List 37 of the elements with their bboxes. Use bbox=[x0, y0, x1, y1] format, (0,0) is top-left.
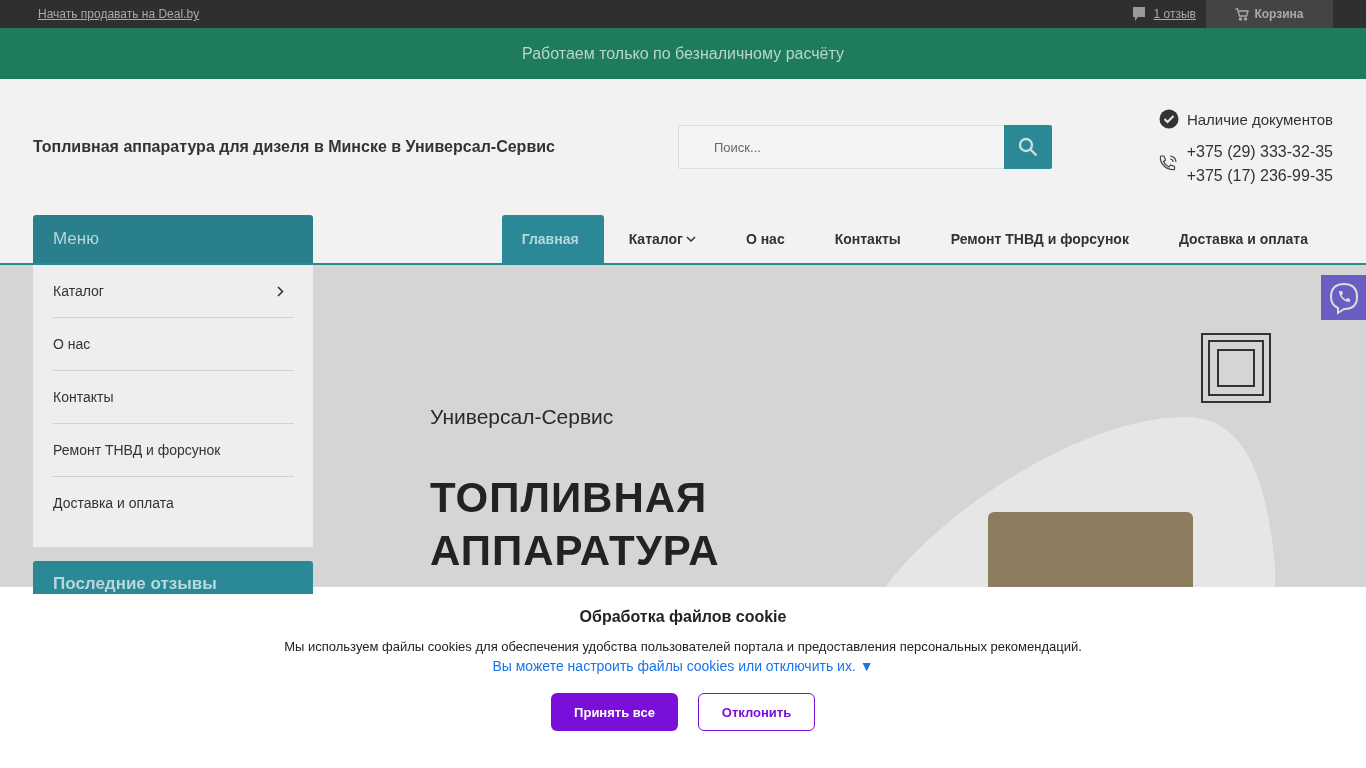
squares-icon bbox=[1201, 333, 1271, 403]
phone-number[interactable]: +375 (17) 236-99-35 bbox=[1186, 167, 1333, 185]
nav-tab[interactable]: Контакты bbox=[809, 215, 926, 263]
sell-link[interactable]: Начать продавать на Deal.by bbox=[38, 7, 200, 21]
cart-button[interactable]: Корзина bbox=[1206, 0, 1333, 28]
decline-button[interactable]: Отклонить bbox=[698, 693, 815, 731]
nav-tab[interactable]: О нас bbox=[720, 215, 810, 263]
sidebar-item[interactable]: Ремонт ТНВД и форсунок bbox=[53, 424, 294, 477]
comment-icon bbox=[1131, 6, 1146, 22]
site-title: Топливная аппаратура для дизеля в Минске в Универсал-Сервис bbox=[33, 138, 556, 156]
nav-tab[interactable]: Ремонт ТНВД и форсунок bbox=[925, 215, 1154, 263]
reviews-title: Последние отзывы bbox=[53, 574, 217, 593]
caret-icon bbox=[685, 236, 696, 242]
nav-tab[interactable]: Доставка и оплата bbox=[1153, 215, 1333, 263]
hero-subtitle: Универсал-Сервис bbox=[430, 405, 615, 429]
reviews-link[interactable]: 1 отзыв bbox=[1153, 7, 1196, 21]
cookie-text: Мы используем файлы cookies для обеспечения удобства пользователей портала и предоставления персональных рекомендаций. bbox=[284, 639, 1082, 654]
search-icon bbox=[1018, 137, 1038, 157]
sidebar-item[interactable]: Контакты bbox=[53, 371, 294, 424]
viber-button[interactable] bbox=[1321, 275, 1366, 320]
hero-heading: ТОПЛИВНАЯ АППАРАТУРА bbox=[430, 473, 721, 576]
cookie-settings-link[interactable]: Вы можете настроить файлы cookies или отключить их. ▼ bbox=[492, 658, 874, 674]
nav-tab[interactable]: Каталог bbox=[603, 215, 721, 263]
search-button[interactable] bbox=[1004, 125, 1052, 169]
phone-number[interactable]: +375 (29) 333-32-35 bbox=[1186, 143, 1333, 161]
cookie-title: Обработка файлов cookie bbox=[579, 608, 787, 626]
accept-button[interactable]: Принять все bbox=[551, 693, 678, 731]
sidebar-item[interactable]: Доставка и оплата bbox=[53, 477, 294, 529]
notice-text: Работаем только по безналичному расчёту bbox=[522, 44, 844, 63]
search-field[interactable]: Поиск... bbox=[678, 125, 1004, 169]
documents-label: Наличие документов bbox=[1186, 110, 1333, 128]
chevron-right-icon bbox=[277, 285, 284, 297]
verified-icon bbox=[1158, 109, 1179, 129]
cart-icon bbox=[1235, 7, 1250, 21]
sidebar-item[interactable]: Каталог bbox=[53, 265, 294, 318]
sidebar-item[interactable]: О нас bbox=[53, 318, 294, 371]
menu-title: Меню bbox=[53, 229, 99, 249]
